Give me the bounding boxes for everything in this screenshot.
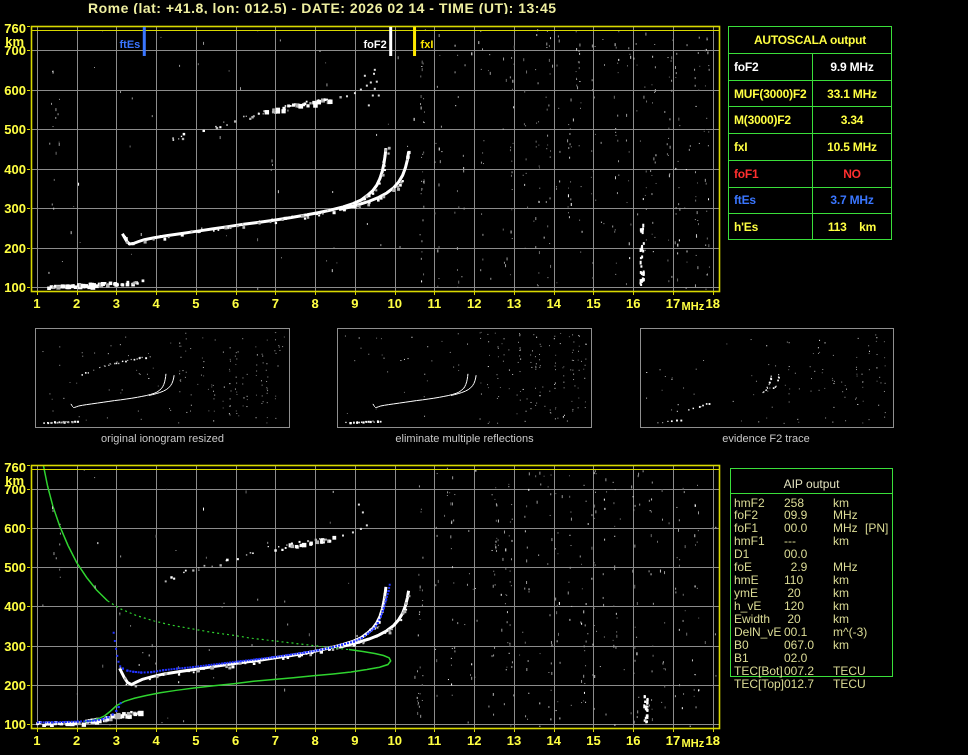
- table-row: B0 067.0 km: [730, 637, 910, 652]
- param-label: B0: [734, 637, 749, 652]
- bottom-ionogram-plot: [0, 452, 725, 755]
- autoscala-output-window: Rome (lat: +41.8, lon: 012.5) - DATE: 20…: [0, 0, 968, 755]
- panel-caption-original: original ionogram resized: [101, 433, 224, 445]
- param-label: foF1: [729, 160, 813, 187]
- marker-label-ftEs: ftEs: [119, 39, 141, 51]
- param-value: 02.0: [784, 650, 808, 665]
- autoscala-table-header: AUTOSCALA output: [729, 27, 891, 54]
- table-row: ftEs 3.7 MHz: [729, 187, 891, 215]
- param-value: 33.1 MHz: [827, 86, 877, 101]
- aip-table-header: AIP output: [783, 477, 840, 491]
- param-value: 120: [784, 598, 805, 613]
- param-value: 20: [784, 611, 801, 626]
- param-label: TEC[Top]: [734, 676, 785, 691]
- param-value: 012.7: [784, 676, 815, 691]
- panel-evidence-f2-trace: [640, 328, 894, 428]
- table-row: B1 02.0: [730, 650, 910, 665]
- autoscala-table: AUTOSCALA output foF2 9.9 MHz MUF(3000)F2 3…: [728, 26, 892, 241]
- param-label: M(3000)F2: [729, 107, 813, 134]
- param-label: B1: [734, 650, 749, 665]
- param-unit: m^(-3): [833, 624, 868, 639]
- autoscala-table-body: foF2 9.9 MHz MUF(3000)F2 33.1 MHz M(3000)F2 3…: [729, 54, 891, 241]
- table-row: foF1 NO: [729, 160, 891, 188]
- param-label: fxI: [729, 134, 813, 160]
- param-note: [PN]: [865, 521, 889, 536]
- param-value: 3.34: [840, 113, 864, 128]
- param-value: 3.7 MHz: [830, 193, 874, 208]
- table-row: TEC[Top] 012.7 TECU: [730, 676, 910, 691]
- param-label: h'Es: [729, 214, 813, 241]
- param-unit: km: [833, 598, 849, 613]
- panel-caption-eliminate: eliminate multiple reflections: [395, 433, 534, 445]
- table-row: D1 00.0: [730, 548, 910, 561]
- top-ionogram-plot: [0, 14, 725, 316]
- param-value: NO: [843, 166, 861, 181]
- param-value: 067.0: [784, 637, 815, 652]
- table-row: fxI 10.5 MHz: [729, 134, 891, 161]
- table-row: Ewidth 20 km: [730, 611, 910, 626]
- param-value: 00.1: [784, 624, 808, 639]
- table-row: hmF1 --- km: [730, 535, 910, 548]
- table-row: MUF(3000)F2 33.1 MHz: [729, 80, 891, 108]
- param-label: ftEs: [729, 187, 813, 214]
- panel-original-ionogram: [35, 328, 290, 428]
- table-row: h_vE 120 km: [730, 598, 910, 613]
- param-value: 007.2: [784, 663, 815, 678]
- param-unit: km: [833, 637, 849, 652]
- param-value: 10.5 MHz: [827, 140, 877, 155]
- param-unit: TECU: [833, 676, 866, 691]
- table-row: h'Es 113 km: [729, 214, 891, 241]
- aip-header-separator: [730, 493, 893, 494]
- param-value: 113 km: [827, 220, 877, 235]
- table-row: TEC[Bot] 007.2 TECU: [730, 663, 910, 678]
- table-row: M(3000)F2 3.34: [729, 107, 891, 135]
- param-label: MUF(3000)F2: [729, 80, 813, 107]
- table-row: DelN_vE 00.1 m^(-3): [730, 624, 910, 639]
- param-unit: TECU: [833, 663, 866, 678]
- panel-caption-evidence: evidence F2 trace: [722, 433, 810, 445]
- param-label: h_vE: [734, 598, 762, 613]
- marker-label-fxI: fxI: [420, 39, 434, 51]
- param-unit: km: [833, 611, 849, 626]
- panel-eliminate-reflections: [337, 328, 592, 428]
- param-label: DelN_vE: [734, 624, 782, 639]
- param-value: 9.9 MHz: [830, 59, 874, 74]
- param-label: Ewidth: [734, 611, 771, 626]
- param-unit: km: [833, 534, 849, 549]
- table-row: foF2 9.9 MHz: [729, 54, 891, 81]
- marker-label-foF2: foF2: [363, 39, 387, 51]
- param-label: foF2: [729, 54, 813, 80]
- param-label: TEC[Bot]: [734, 663, 783, 678]
